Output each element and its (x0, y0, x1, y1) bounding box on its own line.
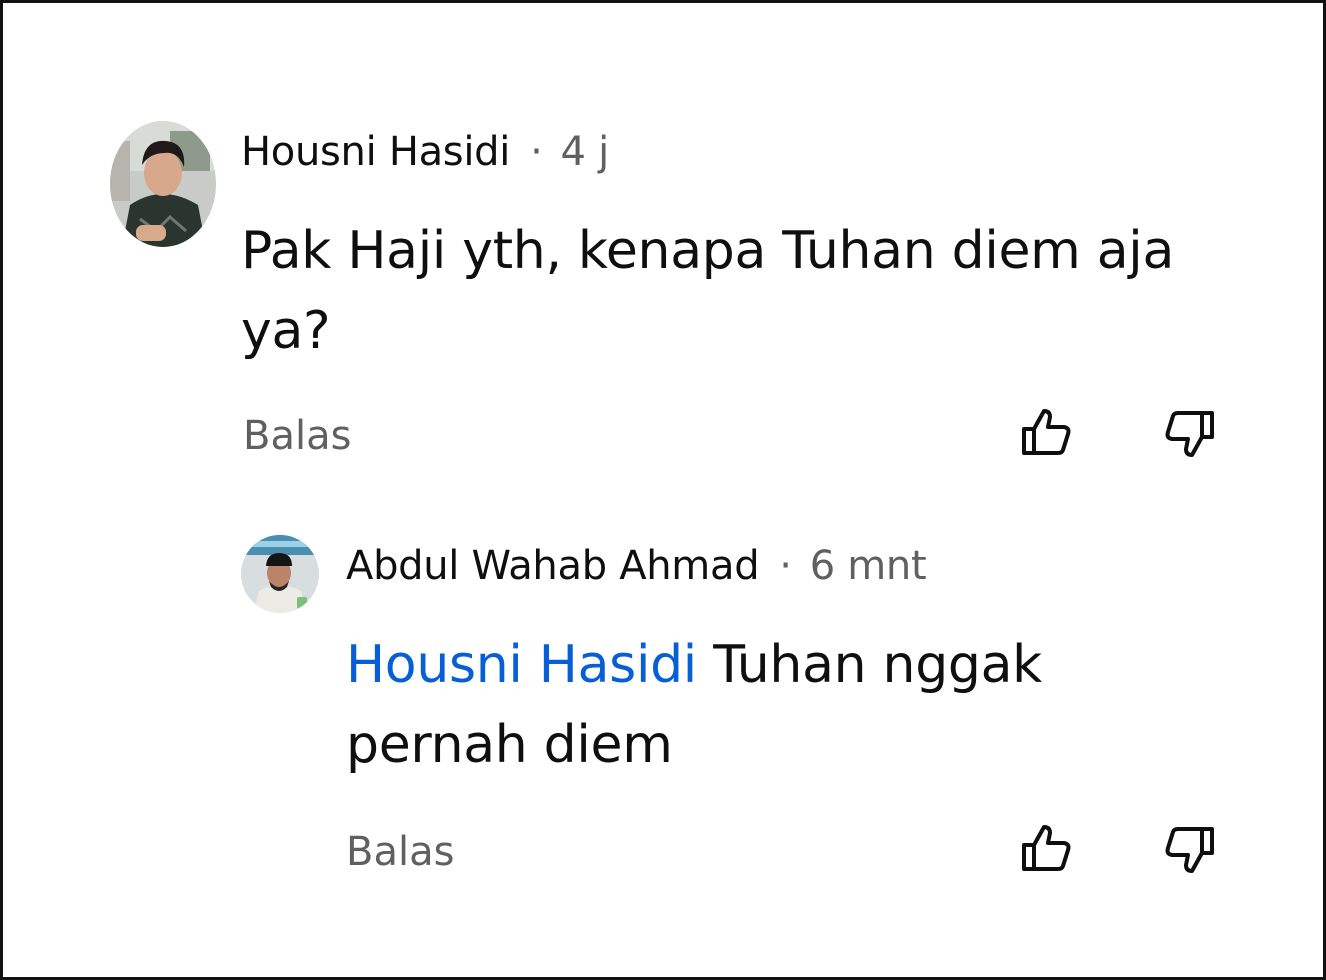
comment-author-name[interactable]: Housni Hasidi (241, 129, 510, 175)
thumbs-down-icon (1165, 827, 1214, 873)
thumbs-down-icon (1165, 411, 1214, 457)
avatar[interactable] (241, 535, 319, 613)
comment-timestamp[interactable]: 4 j (561, 129, 610, 175)
avatar-photo (110, 121, 216, 247)
separator-dot: · (530, 129, 543, 175)
reply-author-line: Abdul Wahab Ahmad · 6 mnt (346, 543, 927, 589)
thumbs-up-icon (1022, 825, 1071, 871)
dislike-button[interactable] (1162, 821, 1218, 877)
reply-button[interactable]: Balas (243, 413, 351, 459)
comment-thread: Housni Hasidi · 4 j Pak Haji yth, kenapa T… (0, 0, 1326, 980)
reply-author-name[interactable]: Abdul Wahab Ahmad (346, 543, 760, 589)
reply-button[interactable]: Balas (346, 829, 454, 875)
mention-link[interactable]: Housni Hasidi (346, 635, 697, 695)
like-button[interactable] (1018, 405, 1074, 461)
reply-timestamp[interactable]: 6 mnt (810, 543, 927, 589)
dislike-button[interactable] (1162, 405, 1218, 461)
comment-author-line: Housni Hasidi · 4 j (241, 129, 609, 175)
thumbs-up-icon (1022, 409, 1071, 455)
separator-dot: · (779, 543, 792, 589)
avatar[interactable] (110, 121, 216, 247)
reply-text: Housni Hasidi Tuhan nggak pernah diem (346, 625, 1226, 785)
comment-text: Pak Haji yth, kenapa Tuhan diem aja ya? (241, 221, 1175, 361)
avatar-photo (241, 535, 319, 613)
like-button[interactable] (1018, 821, 1074, 877)
